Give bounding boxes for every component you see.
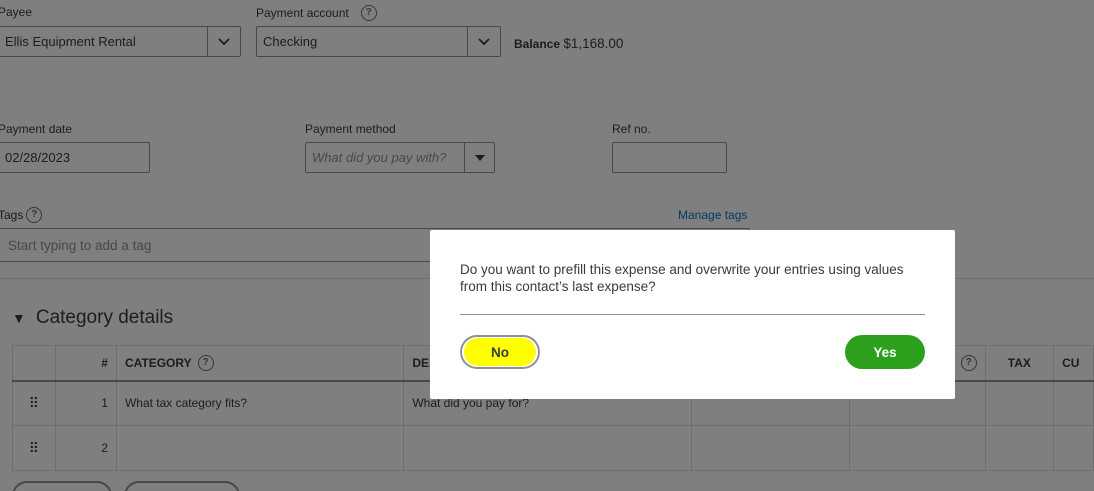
no-button[interactable]: No	[460, 335, 540, 369]
prefill-dialog: Do you want to prefill this expense and …	[430, 230, 955, 399]
dialog-divider	[460, 314, 925, 315]
no-button-label: No	[464, 338, 536, 366]
dialog-message: Do you want to prefill this expense and …	[460, 262, 904, 294]
yes-button[interactable]: Yes	[845, 335, 925, 369]
